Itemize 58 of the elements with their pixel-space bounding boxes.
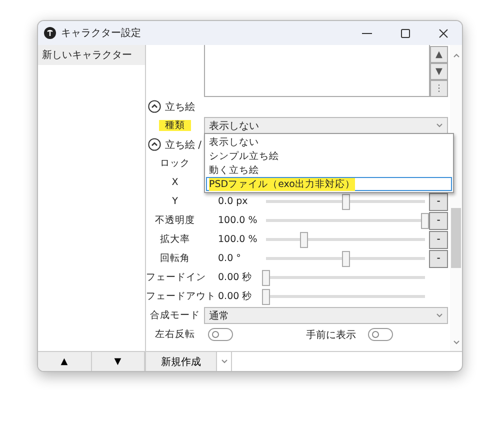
field-label: フェードイン <box>146 272 206 283</box>
dropdown-option[interactable]: 表示しない <box>206 135 452 149</box>
window-title: キャラクター設定 <box>61 26 142 40</box>
side-button[interactable]: ▼ <box>430 63 448 80</box>
collapse-icon[interactable] <box>148 100 161 113</box>
section-title: 立ち絵 / <box>165 138 202 152</box>
field-label: Y <box>172 196 178 207</box>
field-label: X <box>172 177 178 188</box>
slider-thumb[interactable] <box>262 289 270 305</box>
dropdown[interactable]: 通常 <box>204 307 448 324</box>
chevron-down-icon <box>436 313 443 318</box>
new-button[interactable]: 新規作成 <box>146 352 217 371</box>
section-title: 立ち絵 <box>165 100 195 114</box>
field-label: 種類 <box>159 120 191 131</box>
value-reading: 100.0 % <box>218 215 258 226</box>
side-button[interactable]: ⋮ <box>430 80 448 97</box>
slider-thumb[interactable] <box>300 232 308 248</box>
value-reading: 0.0 px <box>218 196 248 207</box>
caret-button[interactable] <box>217 352 232 371</box>
dropdown-option[interactable]: 動く立ち絵 <box>206 163 452 177</box>
slider-thumb[interactable] <box>421 213 429 229</box>
collapse-icon[interactable] <box>148 138 161 151</box>
scroll-up-icon <box>452 53 460 58</box>
toggle-switch[interactable] <box>368 328 393 341</box>
field-label: 拡大率 <box>160 234 190 245</box>
field-label: 回転角 <box>160 253 190 264</box>
field-label: 不透明度 <box>155 215 195 226</box>
field-label: ロック <box>160 158 190 169</box>
scroll-down-icon <box>452 340 460 345</box>
slider-thumb[interactable] <box>262 270 270 286</box>
side-button[interactable]: ▲ <box>430 46 448 63</box>
value-reading: 100.0 % <box>218 234 258 245</box>
caret-icon <box>220 359 228 364</box>
app-icon <box>44 27 56 39</box>
minimize-icon[interactable] <box>362 32 372 34</box>
minus-button[interactable]: - <box>429 192 448 210</box>
minus-button[interactable]: - <box>429 230 448 248</box>
value-reading: 0.00 秒 <box>218 291 252 302</box>
value-reading: 0.00 秒 <box>218 272 252 283</box>
list-item[interactable]: 新しいキャラクター <box>38 45 145 65</box>
dropdown-option[interactable]: PSDファイル（exo出力非対応） <box>206 177 452 191</box>
dropdown[interactable]: 表示しない <box>204 117 448 134</box>
move-button[interactable]: ▲ <box>38 352 92 371</box>
dropdown-option[interactable]: シンプル立ち絵 <box>206 149 452 163</box>
scrollbar-thumb[interactable] <box>451 208 461 268</box>
slider-thumb[interactable] <box>342 251 350 267</box>
maximize-icon[interactable] <box>400 28 410 38</box>
field-label: 合成モード <box>150 310 200 321</box>
slider-thumb[interactable] <box>342 194 350 210</box>
field-label: 手前に表示 <box>306 328 356 342</box>
close-icon[interactable] <box>438 28 448 38</box>
field-label: 左右反転 <box>155 329 195 340</box>
field-label: フェードアウト <box>146 291 216 302</box>
minus-button[interactable]: - <box>429 212 448 230</box>
minus-button[interactable]: - <box>429 250 448 268</box>
chevron-down-icon <box>436 123 443 128</box>
toggle-switch[interactable] <box>208 328 233 341</box>
value-reading: 0.0 ° <box>218 253 241 264</box>
